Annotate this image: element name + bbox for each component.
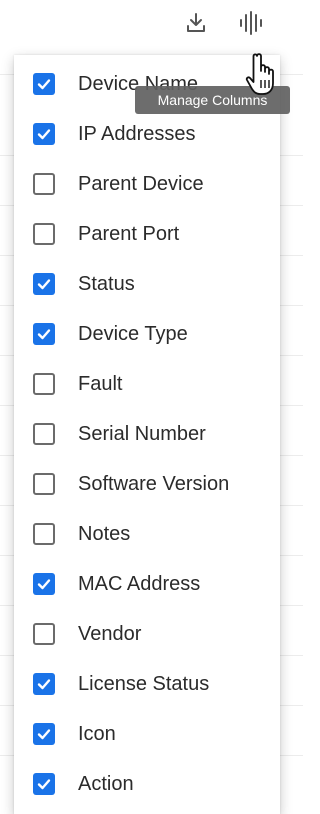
- column-option-label: Device Type: [78, 322, 188, 345]
- column-option[interactable]: Vendor: [14, 609, 280, 659]
- column-option[interactable]: License Status: [14, 659, 280, 709]
- checkbox-unchecked[interactable]: [33, 173, 55, 195]
- column-option[interactable]: Software Version: [14, 459, 280, 509]
- column-option[interactable]: MAC Address: [14, 559, 280, 609]
- checkbox-checked[interactable]: [33, 573, 55, 595]
- column-option[interactable]: Device Type: [14, 309, 280, 359]
- column-option[interactable]: Fault: [14, 359, 280, 409]
- checkmark-icon: [37, 129, 51, 140]
- checkbox-checked[interactable]: [33, 73, 55, 95]
- checkbox-checked[interactable]: [33, 123, 55, 145]
- checkmark-icon: [37, 729, 51, 740]
- column-option-label: Fault: [78, 372, 123, 395]
- checkbox-checked[interactable]: [33, 273, 55, 295]
- page: Device Name IP Addresses Parent Device Pare…: [0, 0, 303, 814]
- checkbox-checked[interactable]: [33, 323, 55, 345]
- checkmark-icon: [37, 779, 51, 790]
- checkmark-icon: [37, 279, 51, 290]
- checkbox-checked[interactable]: [33, 673, 55, 695]
- column-option-label: Notes: [78, 522, 131, 545]
- column-option-label: Parent Device: [78, 172, 204, 195]
- column-option[interactable]: Notes: [14, 509, 280, 559]
- checkmark-icon: [37, 79, 51, 90]
- checkmark-icon: [37, 329, 51, 340]
- column-option[interactable]: Parent Device: [14, 159, 280, 209]
- download-icon: [187, 13, 205, 32]
- checkbox-unchecked[interactable]: [33, 223, 55, 245]
- columns-icon: [240, 11, 262, 35]
- column-option[interactable]: IP Addresses: [14, 109, 280, 159]
- checkmark-icon: [37, 579, 51, 590]
- column-option-label: IP Addresses: [78, 122, 196, 145]
- column-option[interactable]: Status: [14, 259, 280, 309]
- column-option[interactable]: Parent Port: [14, 209, 280, 259]
- column-option-label: Vendor: [78, 622, 142, 645]
- checkbox-unchecked[interactable]: [33, 423, 55, 445]
- hand-cursor-icon: [245, 53, 274, 95]
- column-option[interactable]: Action: [14, 759, 280, 809]
- checkbox-unchecked[interactable]: [33, 623, 55, 645]
- checkbox-checked[interactable]: [33, 723, 55, 745]
- checkbox-unchecked[interactable]: [33, 473, 55, 495]
- checkbox-unchecked[interactable]: [33, 373, 55, 395]
- checkbox-checked[interactable]: [33, 773, 55, 795]
- column-option-label: License Status: [78, 672, 210, 695]
- manage-columns-menu: Device Name IP Addresses Parent Device Pare…: [14, 55, 280, 814]
- column-option[interactable]: Serial Number: [14, 409, 280, 459]
- column-option-label: Status: [78, 272, 135, 295]
- download-button[interactable]: [179, 6, 213, 40]
- column-option-label: Serial Number: [78, 422, 206, 445]
- column-option-label: Icon: [78, 722, 116, 745]
- checkmark-icon: [37, 679, 51, 690]
- column-option-label: MAC Address: [78, 572, 201, 595]
- checkbox-unchecked[interactable]: [33, 523, 55, 545]
- column-option-label: Action: [78, 772, 134, 795]
- column-option-label: Software Version: [78, 472, 230, 495]
- manage-columns-button[interactable]: [233, 6, 267, 40]
- column-option-label: Parent Port: [78, 222, 180, 245]
- column-option[interactable]: Icon: [14, 709, 280, 759]
